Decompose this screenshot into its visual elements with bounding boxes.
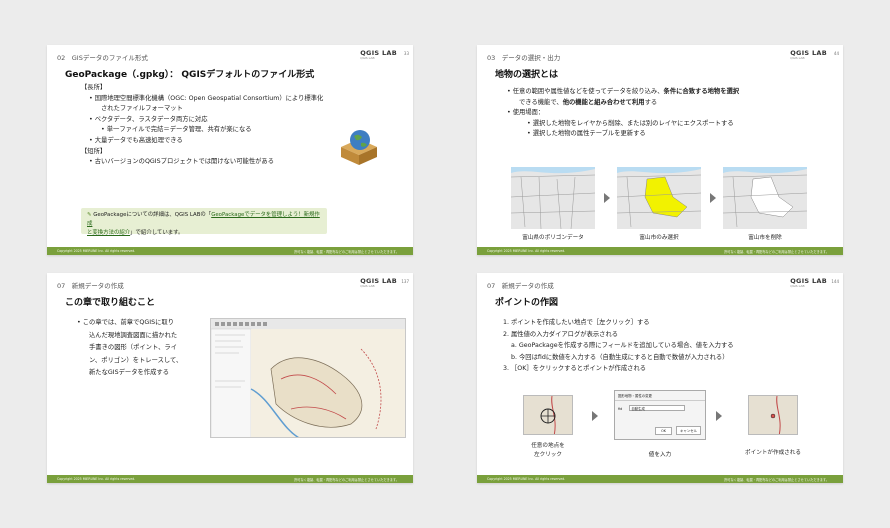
slide-geopackage: 02 GISデータのファイル形式 QGIS LAB QGIS LAB 33 Geo… bbox=[47, 45, 413, 255]
map-toyama-city-deleted bbox=[723, 167, 807, 229]
slide-title: 地物の選択とは bbox=[495, 70, 559, 80]
brand-logo: QGIS LAB QGIS LAB bbox=[360, 277, 397, 288]
cancel-button[interactable]: キャンセル bbox=[676, 426, 701, 435]
ok-button[interactable]: OK bbox=[655, 427, 672, 435]
section-label: 07 新規データの作成 bbox=[57, 282, 124, 290]
list-item: されたファイルフォーマット bbox=[101, 105, 183, 113]
note-icon: ✎ bbox=[87, 212, 92, 218]
step: b. 今回はfidに数値を入力する（自動生成にすると自動で数値が入力される） bbox=[511, 353, 729, 361]
caption: 左クリック bbox=[534, 452, 562, 458]
section-label: 07 新規データの作成 bbox=[487, 282, 554, 290]
pros-heading: 【長所】 bbox=[81, 84, 107, 91]
step: 2. 属性値の入力ダイアログが表示される bbox=[503, 330, 619, 338]
dialog-title: 図形地物・属性の変更 bbox=[615, 391, 705, 401]
fid-input[interactable]: 自動生成 bbox=[629, 405, 686, 411]
list-item: • 任意の範囲や属性値などを使ってデータを絞り込み、条件に合致する地物を選択 bbox=[507, 88, 740, 95]
qgis-screenshot bbox=[210, 318, 406, 438]
list-item: • 古いバージョンのQGISプロジェクトでは開けない可能性がある bbox=[89, 158, 275, 166]
slide-body: • 任意の範囲や属性値などを使ってデータを絞り込み、条件に合致する地物を選択 で… bbox=[499, 87, 739, 140]
arrow-icon bbox=[710, 193, 716, 203]
thumb-point-created bbox=[748, 395, 798, 435]
list-item: • 国際地理空間標準化機構（OGC: Open Geospatial Conso… bbox=[89, 94, 324, 102]
slide-title: GeoPackage（.gpkg）： QGISデフォルトのファイル形式 bbox=[65, 70, 315, 80]
list-item: • 使用場面： bbox=[507, 109, 545, 117]
list-item: 込んだ現地調査図面に描かれた bbox=[89, 331, 178, 339]
arrow-icon bbox=[604, 193, 610, 203]
page-number: 44 bbox=[833, 51, 839, 56]
globe-in-box-icon bbox=[341, 130, 377, 165]
caption: 富山市のみ選択 bbox=[639, 235, 679, 241]
slide-body: 1. ポイントを作成したい地点で［左クリック］する 2. 属性値の入力ダイアログ… bbox=[503, 317, 734, 375]
section-label: 03 データの選択・出力 bbox=[487, 54, 561, 62]
caption: 富山県のポリゴンデータ bbox=[522, 235, 584, 241]
attribute-dialog: 図形地物・属性の変更 fid 自動生成 OK キャンセル bbox=[614, 390, 706, 440]
info-note: ✎ GeoPackageについての詳細は、QGIS LABの「GeoPackag… bbox=[81, 208, 327, 236]
section-label: 02 GISデータのファイル形式 bbox=[57, 54, 148, 62]
page-number: 137 bbox=[401, 279, 409, 284]
step: 1. ポイントを作成したい地点で［左クリック］する bbox=[503, 319, 650, 326]
list-item: • 選択した地物をレイヤから削除、または別のレイヤにエクスポートする bbox=[527, 119, 734, 127]
slide-title: この章で取り組むこと bbox=[65, 298, 156, 308]
slide-title: ポイントの作図 bbox=[495, 298, 559, 308]
slide-footer: Copyright 2025 MIERUNE Inc. All rights r… bbox=[47, 247, 413, 255]
arrow-icon bbox=[592, 411, 598, 421]
list-item: できる機能で、他の機能と組み合わせて利用する bbox=[519, 98, 658, 106]
note-link-cont[interactable]: と変換方法の紹介 bbox=[87, 230, 130, 236]
slide-body: • この章では、前章でQGISに取り 込んだ現地調査図面に描かれた 手書きの図形… bbox=[69, 317, 182, 380]
brand-logo: QGIS LAB QGIS LAB bbox=[360, 49, 397, 60]
step: a. GeoPackageを作成する際にフィールドを追加している場合、値を入力す… bbox=[511, 342, 734, 350]
brand-logo: QGIS LAB QGIS LAB bbox=[790, 277, 827, 288]
slide-selection: 03 データの選択・出力 QGIS LAB QGIS LAB 44 地物の選択とは… bbox=[477, 45, 843, 255]
list-item: • 選択した地物の属性テーブルを更新する bbox=[527, 130, 646, 138]
step: 3. ［OK］をクリックするとポイントが作成される bbox=[503, 365, 647, 373]
caption: ポイントが作成される bbox=[745, 450, 801, 456]
slide-footer: Copyright 2025 MIERUNE Inc. All rights r… bbox=[47, 475, 413, 483]
caption: 任意の地点を bbox=[531, 443, 565, 449]
caption: 値を入力 bbox=[648, 452, 672, 458]
arrow-icon bbox=[716, 411, 722, 421]
list-item: 新たなGISデータを作成する bbox=[89, 369, 169, 377]
slide-footer: Copyright 2025 MIERUNE Inc. All rights r… bbox=[477, 247, 843, 255]
cons-heading: 【短所】 bbox=[81, 147, 107, 155]
map-toyama-city-selected bbox=[617, 167, 701, 229]
page-number: 33 bbox=[403, 51, 409, 56]
thumb-click-point bbox=[523, 395, 573, 435]
list-item: • ベクタデータ、ラスタデータ両方に対応 bbox=[89, 115, 208, 123]
list-item: • 大量データでも高速処理できる bbox=[89, 136, 183, 144]
list-item: • この章では、前章でQGISに取り bbox=[77, 319, 174, 326]
list-item: • 単一ファイルで完結＝データ管理、共有が楽になる bbox=[101, 126, 252, 134]
slide-chapter-intro: 07 新規データの作成 QGIS LAB QGIS LAB 137 この章で取り組… bbox=[47, 273, 413, 483]
slide-body: 【長所】 • 国際地理空間標準化機構（OGC: Open Geospatial … bbox=[81, 83, 323, 168]
field-label: fid bbox=[618, 407, 623, 411]
list-item: ン、ポリゴン）をトレースして、 bbox=[89, 356, 183, 364]
slide-point-drawing: 07 新規データの作成 QGIS LAB QGIS LAB 144 ポイントの作図… bbox=[477, 273, 843, 483]
list-item: 手書きの図形（ポイント、ライ bbox=[89, 344, 178, 352]
page-number: 144 bbox=[831, 279, 839, 284]
caption: 富山市を削除 bbox=[748, 235, 782, 241]
brand-logo: QGIS LAB QGIS LAB bbox=[790, 49, 827, 60]
map-toyama-polygons bbox=[511, 167, 595, 229]
slide-footer: Copyright 2025 MIERUNE Inc. All rights r… bbox=[477, 475, 843, 483]
